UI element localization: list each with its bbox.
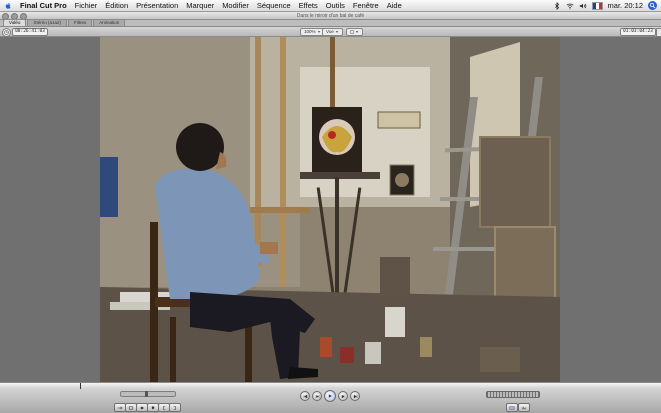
timecode-current-field[interactable]: 01:03:04:23	[620, 28, 656, 36]
view-popup-label: Vue	[326, 29, 334, 34]
menu-presentation[interactable]: Présentation	[132, 0, 182, 11]
menu-edition[interactable]: Édition	[101, 0, 132, 11]
chevron-down-icon	[335, 31, 339, 33]
artist-studio-scene	[100, 37, 560, 382]
menu-clock[interactable]: mar. 20:12	[608, 0, 643, 11]
menu-marquer[interactable]: Marquer	[182, 0, 218, 11]
menu-fichier[interactable]: Fichier	[71, 0, 102, 11]
tab-filtres[interactable]: Filtres	[67, 19, 93, 26]
wifi-icon[interactable]	[566, 2, 574, 10]
window-title: Dans le miroir d'un bal de café	[296, 12, 365, 19]
viewer-tabs: Vidéo Stéréo (a1a2) Filtres Animation	[0, 19, 661, 27]
play-button[interactable]	[324, 390, 336, 402]
menu-aide[interactable]: Aide	[383, 0, 406, 11]
volume-icon[interactable]	[579, 2, 587, 10]
apple-menu-icon[interactable]	[4, 2, 12, 10]
view-popup[interactable]: Vue	[322, 28, 343, 36]
video-frame-image	[100, 37, 560, 382]
viewer-toolbar: 00:26:41:03 100% Vue 01:03:04:23	[0, 27, 661, 37]
chevron-down-icon	[317, 31, 320, 33]
zoom-popup[interactable]: 100%	[300, 28, 325, 36]
menu-bar: Final Cut Pro Fichier Édition Présentati…	[0, 0, 661, 12]
play-around-current-button[interactable]	[338, 391, 348, 401]
bluetooth-icon[interactable]	[553, 1, 561, 10]
zoom-popup-label: 100%	[304, 29, 316, 34]
tab-animation[interactable]: Animation	[93, 19, 126, 26]
menu-app-name[interactable]: Final Cut Pro	[16, 0, 71, 11]
jog-wheel[interactable]	[486, 391, 540, 398]
shuttle-control[interactable]	[120, 391, 176, 397]
menu-outils[interactable]: Outils	[322, 0, 349, 11]
tab-stereo[interactable]: Stéréo (a1a2)	[27, 19, 67, 26]
go-to-previous-edit-button[interactable]	[300, 391, 310, 401]
spotlight-search-icon[interactable]	[648, 1, 657, 10]
menu-modifier[interactable]: Modifier	[218, 0, 253, 11]
timecode-duration-field[interactable]: 00:26:41:03	[12, 28, 48, 36]
input-menu-french-flag-icon[interactable]	[591, 1, 603, 10]
play-in-to-out-button[interactable]	[312, 391, 322, 401]
menu-extras: mar. 20:12	[553, 0, 661, 11]
tab-video[interactable]: Vidéo	[3, 19, 27, 26]
go-to-next-edit-button[interactable]	[350, 391, 360, 401]
edit-overlay-button[interactable]	[506, 403, 518, 412]
overlay-grid-icon	[350, 30, 354, 34]
resize-icon	[656, 28, 661, 37]
clock-icon	[2, 28, 11, 37]
viewer-canvas[interactable]	[0, 37, 661, 382]
overlay-popup[interactable]	[346, 28, 363, 36]
menu-sequence[interactable]: Séquence	[253, 0, 295, 11]
audio-meter-button[interactable]	[518, 403, 530, 412]
shuttle-knob[interactable]	[145, 391, 148, 397]
menu-fenetre[interactable]: Fenêtre	[349, 0, 383, 11]
menu-effets[interactable]: Effets	[295, 0, 322, 11]
chevron-down-icon	[355, 31, 359, 33]
transport-controls	[0, 389, 661, 413]
mark-out-button[interactable]	[169, 403, 181, 412]
